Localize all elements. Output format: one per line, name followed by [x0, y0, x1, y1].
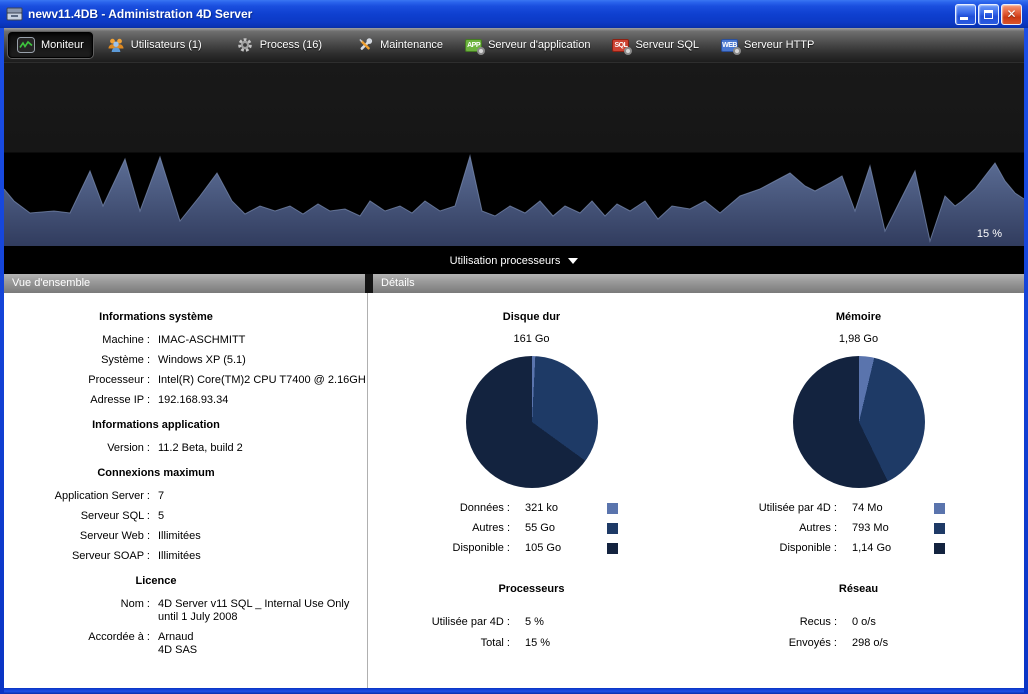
toolbar-button-moniteur[interactable]: Moniteur: [8, 32, 93, 58]
info-row-licence-nom: Nom : 4D Server v11 SQL _ Internal Use O…: [4, 598, 367, 624]
legend-swatch: [934, 503, 945, 514]
toolbar-label: Serveur SQL: [635, 39, 699, 51]
cpu-usage-area: [4, 63, 1024, 248]
window-controls: ✕: [955, 4, 1022, 25]
info-row-processeur: Processeur : Intel(R) Core(TM)2 CPU T740…: [4, 374, 367, 387]
panel-headers: Vue d'ensemble Détails: [4, 274, 1024, 293]
gear-icon: [236, 37, 254, 53]
legend-row-autres: Autres : 793 Mo: [695, 522, 1022, 535]
toolbar-label: Process (16): [260, 39, 322, 51]
app-server-icon: APP: [465, 39, 482, 52]
toolbar-button-serveur-http[interactable]: WEB Serveur HTTP: [713, 32, 822, 58]
network-title: Réseau: [695, 583, 1022, 596]
mini-gear-icon: [624, 47, 632, 55]
details-panel: Disque dur 161 Go Données : 321 ko Autre…: [368, 293, 1024, 688]
users-icon: [107, 37, 125, 53]
info-row-version: Version : 11.2 Beta, build 2: [4, 442, 367, 455]
app-icon: [6, 6, 23, 22]
disk-column: Disque dur 161 Go Données : 321 ko Autre…: [368, 299, 695, 688]
toolbar-button-maintenance[interactable]: Maintenance: [348, 32, 451, 58]
overview-panel-header: Vue d'ensemble: [4, 274, 365, 293]
chart-selector-label: Utilisation processeurs: [450, 255, 561, 267]
toolbar-button-serveur-application[interactable]: APP Serveur d'application: [457, 32, 598, 58]
window-title: newv11.4DB - Administration 4D Server: [28, 7, 955, 21]
app-window: newv11.4DB - Administration 4D Server ✕ …: [0, 0, 1028, 694]
chart-selector-dropdown[interactable]: Utilisation processeurs: [4, 248, 1024, 274]
info-row-serveur-sql: Serveur SQL : 5: [4, 510, 367, 523]
legend-row-autres: Autres : 55 Go: [368, 522, 695, 535]
disk-pie-chart: [466, 356, 598, 488]
legend-row-donnees: Données : 321 ko: [368, 502, 695, 515]
toolbar-label: Serveur d'application: [488, 39, 590, 51]
cpu-usage-chart: 15 %: [4, 62, 1024, 248]
info-row-adresse-ip: Adresse IP : 192.168.93.34: [4, 394, 367, 407]
info-row-systeme: Système : Windows XP (5.1): [4, 354, 367, 367]
window-bottom-border: [4, 688, 1024, 694]
disk-total: 161 Go: [368, 333, 695, 346]
memory-column: Mémoire 1,98 Go Utilisée par 4D : 74 Mo …: [695, 299, 1022, 688]
section-title-informations-systeme: Informations système: [4, 311, 308, 324]
close-icon: ✕: [1006, 8, 1016, 20]
minimize-button[interactable]: [955, 4, 976, 25]
details-panel-header: Détails: [373, 274, 1024, 293]
info-row-licence-accordee: Accordée à : Arnaud 4D SAS: [4, 631, 367, 657]
mini-gear-icon: [477, 47, 485, 55]
legend-swatch: [607, 543, 618, 554]
stat-row-cpu-total: Total : 15 %: [368, 637, 695, 650]
sql-server-icon: SQL: [612, 39, 629, 52]
memory-legend: Utilisée par 4D : 74 Mo Autres : 793 Mo …: [695, 502, 1022, 555]
http-server-icon: WEB: [721, 39, 738, 52]
maximize-button[interactable]: [978, 4, 999, 25]
info-row-machine: Machine : IMAC-ASCHMITT: [4, 334, 367, 347]
info-row-serveur-web: Serveur Web : Illimitées: [4, 530, 367, 543]
close-button[interactable]: ✕: [1001, 4, 1022, 25]
toolbar-button-process[interactable]: Process (16): [228, 32, 330, 58]
disk-legend: Données : 321 ko Autres : 55 Go Disponib…: [368, 502, 695, 555]
tools-icon: [356, 37, 374, 53]
stat-row-cpu-4d: Utilisée par 4D : 5 %: [368, 616, 695, 629]
toolbar-button-utilisateurs[interactable]: Utilisateurs (1): [99, 32, 210, 58]
legend-row-disponible: Disponible : 105 Go: [368, 542, 695, 555]
memory-total: 1,98 Go: [695, 333, 1022, 346]
memory-title: Mémoire: [695, 311, 1022, 324]
toolbar-label: Maintenance: [380, 39, 443, 51]
section-title-connexions-maximum: Connexions maximum: [4, 467, 308, 480]
toolbar: Moniteur Utilisateurs (1): [4, 28, 1024, 62]
maximize-icon: [984, 10, 993, 19]
legend-swatch: [607, 523, 618, 534]
toolbar-label: Utilisateurs (1): [131, 39, 202, 51]
toolbar-button-serveur-sql[interactable]: SQL Serveur SQL: [604, 32, 707, 58]
legend-swatch: [934, 523, 945, 534]
disk-title: Disque dur: [368, 311, 695, 324]
cpu-usage-value: 15 %: [977, 228, 1002, 240]
titlebar[interactable]: newv11.4DB - Administration 4D Server ✕: [0, 0, 1028, 28]
chevron-down-icon: [568, 258, 578, 264]
toolbar-label: Moniteur: [41, 39, 84, 51]
legend-swatch: [934, 543, 945, 554]
toolbar-label: Serveur HTTP: [744, 39, 814, 51]
monitor-chart-icon: [17, 37, 35, 53]
info-row-application-server: Application Server : 7: [4, 490, 367, 503]
legend-row-utilisee-4d: Utilisée par 4D : 74 Mo: [695, 502, 1022, 515]
section-title-informations-application: Informations application: [4, 419, 308, 432]
legend-row-disponible: Disponible : 1,14 Go: [695, 542, 1022, 555]
stat-row-recus: Recus : 0 o/s: [695, 616, 1022, 629]
info-row-serveur-soap: Serveur SOAP : Illimitées: [4, 550, 367, 563]
section-title-licence: Licence: [4, 575, 308, 588]
legend-swatch: [607, 503, 618, 514]
minimize-icon: [960, 17, 968, 20]
memory-pie-chart: [793, 356, 925, 488]
processors-title: Processeurs: [368, 583, 695, 596]
overview-panel: Informations système Machine : IMAC-ASCH…: [4, 293, 368, 688]
stat-row-envoyes: Envoyés : 298 o/s: [695, 637, 1022, 650]
mini-gear-icon: [733, 47, 741, 55]
